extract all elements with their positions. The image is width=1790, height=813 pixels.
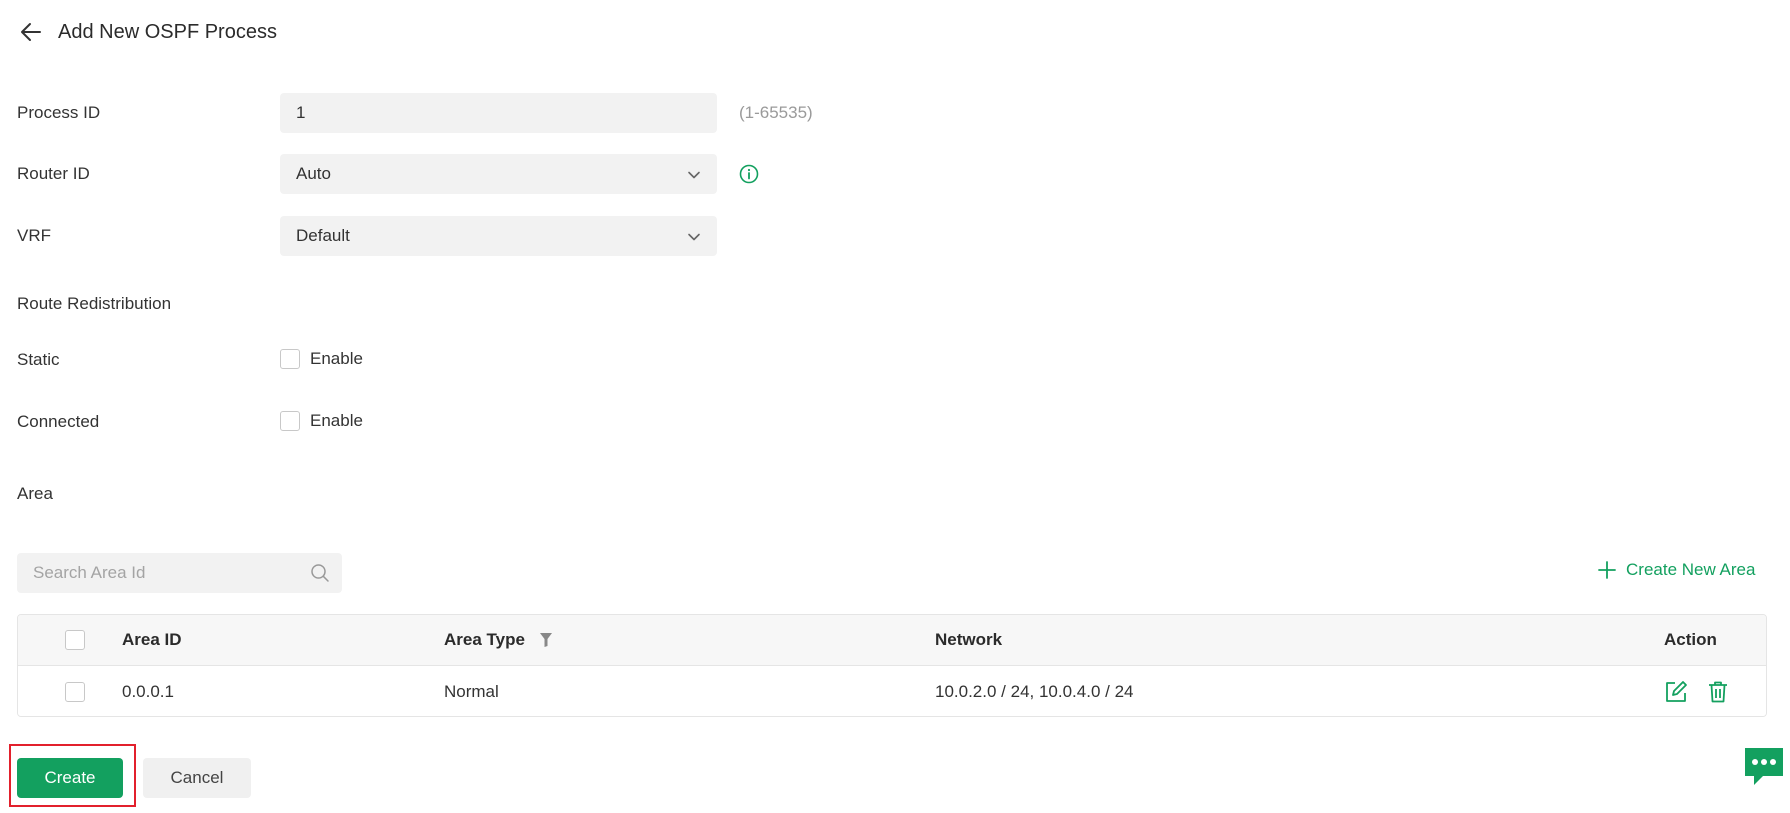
static-enable-option[interactable]: Enable	[280, 349, 363, 369]
static-enable-checkbox[interactable]	[280, 349, 300, 369]
area-search-input[interactable]	[17, 553, 297, 593]
process-id-label: Process ID	[17, 103, 101, 122]
process-id-value: 1	[296, 103, 306, 122]
vrf-select[interactable]: Default	[280, 216, 717, 256]
select-all-cell	[65, 615, 85, 665]
route-redistribution-title: Route Redistribution	[17, 294, 172, 313]
arrow-left-icon[interactable]	[18, 19, 44, 45]
edit-icon[interactable]	[1664, 680, 1688, 704]
table-row: 0.0.0.1 Normal 10.0.2.0 / 24, 10.0.4.0 /…	[18, 666, 1766, 716]
connected-enable-checkbox[interactable]	[280, 411, 300, 431]
area-search-box	[17, 553, 342, 593]
vrf-row: VRF Default	[0, 216, 900, 256]
connected-label: Connected	[17, 412, 100, 431]
table-header: Area ID Area Type Network Action	[18, 615, 1766, 666]
column-area-id: Area ID	[122, 630, 182, 649]
filter-icon[interactable]	[539, 632, 553, 648]
vrf-label: VRF	[17, 226, 51, 245]
row-area-type: Normal	[444, 681, 499, 701]
create-button[interactable]: Create	[17, 758, 123, 798]
static-row: Static Enable	[0, 344, 600, 374]
area-title: Area	[17, 484, 53, 503]
process-id-range-hint: (1-65535)	[739, 103, 813, 122]
connected-enable-option[interactable]: Enable	[280, 411, 363, 431]
connected-row: Connected Enable	[0, 406, 600, 436]
column-area-type: Area Type	[444, 615, 553, 665]
column-action: Action	[1664, 630, 1717, 649]
column-area-type-label: Area Type	[444, 630, 525, 649]
chat-icon[interactable]	[1741, 744, 1787, 790]
row-select-cell	[65, 666, 85, 716]
chevron-down-icon	[687, 167, 701, 187]
page-title: Add New OSPF Process	[58, 20, 277, 43]
select-all-checkbox[interactable]	[65, 630, 85, 650]
process-id-input[interactable]: 1	[280, 93, 717, 133]
process-id-row: Process ID 1 (1-65535)	[0, 93, 900, 133]
create-new-area-label: Create New Area	[1626, 560, 1756, 579]
router-id-row: Router ID Auto	[0, 154, 900, 194]
connected-enable-label: Enable	[310, 411, 363, 430]
area-table: Area ID Area Type Network Action 0.0.0.1…	[17, 614, 1767, 717]
router-id-label: Router ID	[17, 164, 90, 183]
create-new-area-button[interactable]: Create New Area	[1597, 560, 1755, 580]
vrf-value: Default	[296, 226, 350, 245]
static-label: Static	[17, 350, 60, 369]
row-checkbox[interactable]	[65, 681, 85, 702]
page-header: Add New OSPF Process	[18, 17, 277, 47]
column-network: Network	[935, 630, 1003, 649]
row-actions	[1664, 666, 1730, 716]
trash-icon[interactable]	[1706, 680, 1730, 704]
chevron-down-icon	[687, 229, 701, 249]
router-id-value: Auto	[296, 164, 331, 183]
search-icon[interactable]	[310, 563, 330, 583]
static-enable-label: Enable	[310, 349, 363, 368]
cancel-button[interactable]: Cancel	[143, 758, 251, 798]
info-icon[interactable]	[739, 164, 759, 184]
router-id-select[interactable]: Auto	[280, 154, 717, 194]
row-network: 10.0.2.0 / 24, 10.0.4.0 / 24	[935, 681, 1134, 701]
row-area-id: 0.0.0.1	[122, 681, 174, 701]
plus-icon	[1597, 560, 1617, 580]
